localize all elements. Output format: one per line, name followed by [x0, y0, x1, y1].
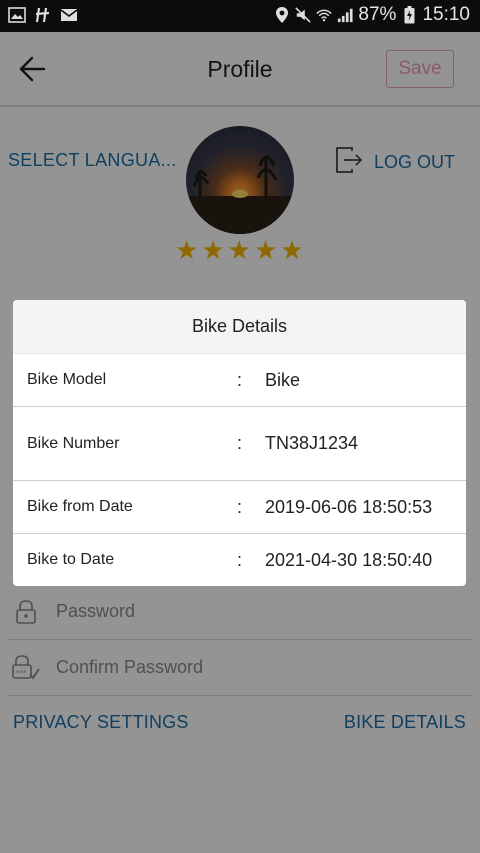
signal-icon — [337, 5, 353, 25]
mute-icon — [295, 5, 312, 25]
detail-label: Bike to Date — [27, 551, 115, 568]
wifi-icon — [316, 5, 333, 25]
detail-value: 2021-04-30 18:50:40 — [265, 549, 433, 570]
detail-separator: : — [237, 496, 243, 517]
clock: 15:10 — [422, 4, 470, 25]
detail-separator: : — [237, 549, 243, 570]
detail-label: Bike from Date — [27, 498, 133, 515]
detail-separator: : — [237, 433, 243, 453]
bike-details-dialog: Bike Details Bike Model : Bike Bike Numb… — [13, 300, 466, 586]
dialog-title: Bike Details — [13, 300, 466, 354]
gallery-icon — [8, 5, 26, 25]
detail-row-bike-number: Bike Number : TN38J1234 — [13, 407, 466, 481]
detail-row-bike-model: Bike Model : Bike — [13, 354, 466, 407]
detail-value: TN38J1234 — [265, 433, 359, 453]
battery-percent: 87% — [358, 4, 397, 25]
detail-value: Bike — [265, 369, 301, 390]
detail-row-bike-from-date: Bike from Date : 2019-06-06 18:50:53 — [13, 481, 466, 534]
detail-value: 2019-06-06 18:50:53 — [265, 496, 433, 517]
location-icon — [274, 5, 290, 25]
hike-icon — [34, 5, 52, 25]
battery-icon — [401, 5, 417, 25]
detail-separator: : — [237, 369, 243, 390]
detail-label: Bike Number — [27, 434, 120, 452]
detail-label: Bike Model — [27, 371, 107, 388]
email-icon — [60, 5, 78, 25]
status-bar: 87% 15:10 — [0, 0, 480, 32]
detail-row-bike-to-date: Bike to Date : 2021-04-30 18:50:40 — [13, 534, 466, 586]
